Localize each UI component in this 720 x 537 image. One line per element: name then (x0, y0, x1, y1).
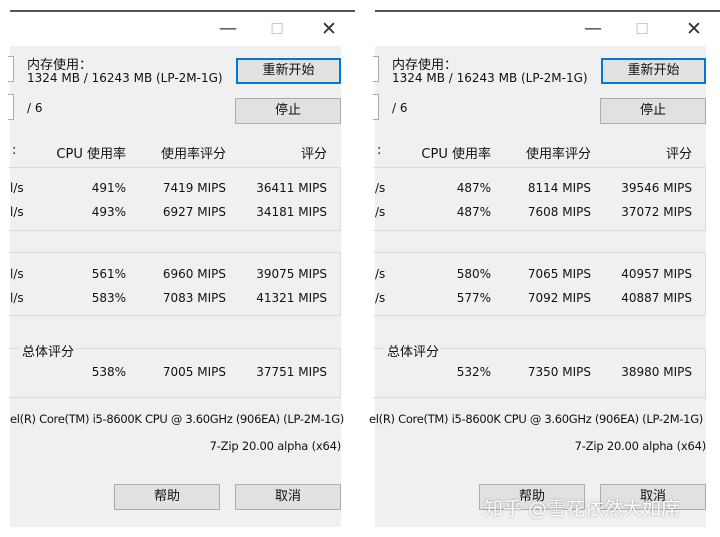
column-header-speed: : (12, 143, 17, 158)
rating-cell: 36411 MIPS (256, 181, 327, 195)
cpu-usage-cell: 577% (456, 291, 491, 305)
rating-cell: 40887 MIPS (621, 291, 692, 305)
total-usage-rating: 7350 MIPS (527, 365, 591, 379)
rating-cell: 37072 MIPS (621, 205, 692, 219)
usage-rating-cell: 7065 MIPS (527, 267, 591, 281)
cpu-usage-cell: 583% (91, 291, 126, 305)
usage-rating-cell: 6960 MIPS (162, 267, 226, 281)
usage-rating-cell: 7608 MIPS (527, 205, 591, 219)
usage-rating-cell: 7092 MIPS (527, 291, 591, 305)
column-header-rating: 评分 (665, 147, 692, 162)
rating-cell: 39075 MIPS (256, 267, 327, 281)
benchmark-dialog: — ☐ ✕ 内存使用： 1324 MB / 16243 MB (LP-2M-1G… (8, 12, 344, 527)
threads-select[interactable] (8, 94, 14, 120)
threads-value: / 6 (27, 101, 43, 115)
total-cpu-usage: 538% (91, 365, 126, 379)
column-header-rating: 评分 (300, 147, 327, 162)
usage-rating-cell: 7419 MIPS (162, 181, 226, 195)
speed-cell: /s (375, 291, 386, 305)
threads-select[interactable] (373, 94, 379, 120)
total-cpu-usage: 532% (456, 365, 491, 379)
cpu-usage-cell: 561% (91, 267, 126, 281)
speed-cell: l/s (10, 291, 24, 305)
usage-rating-cell: 6927 MIPS (162, 205, 226, 219)
title-bar: — ☐ ✕ (10, 12, 341, 46)
speed-cell: /s (375, 205, 386, 219)
cpu-info: el(R) Core(TM) i5-8600K CPU @ 3.60GHz (9… (369, 412, 703, 426)
minimize-icon[interactable]: — (578, 16, 608, 42)
speed-cell: /s (375, 267, 386, 281)
threads-value: / 6 (392, 101, 408, 115)
speed-cell: l/s (10, 267, 24, 281)
column-header-speed: : (377, 143, 382, 158)
maximize-icon[interactable]: ☐ (262, 16, 292, 42)
cpu-usage-cell: 487% (456, 181, 491, 195)
memory-usage-value: 1324 MB / 16243 MB (LP-2M-1G) (392, 71, 588, 85)
total-usage-rating: 7005 MIPS (162, 365, 226, 379)
decompressing-group (373, 252, 706, 316)
column-header-cpu-usage: CPU 使用率 (421, 147, 491, 162)
cpu-usage-cell: 493% (91, 205, 126, 219)
speed-cell: /s (375, 181, 386, 195)
cpu-usage-cell: 487% (456, 205, 491, 219)
stop-button[interactable]: 停止 (235, 98, 341, 124)
total-rating: 38980 MIPS (621, 365, 692, 379)
benchmark-window-left: — ☐ ✕ 内存使用： 1324 MB / 16243 MB (LP-2M-1G… (0, 0, 355, 537)
stop-button[interactable]: 停止 (600, 98, 706, 124)
maximize-icon[interactable]: ☐ (627, 16, 657, 42)
speed-cell: l/s (10, 181, 24, 195)
speed-cell: l/s (10, 205, 24, 219)
cpu-info: el(R) Core(TM) i5-8600K CPU @ 3.60GHz (9… (10, 412, 344, 426)
column-header-cpu-usage: CPU 使用率 (56, 147, 126, 162)
watermark-text: 知乎 @雪花依然大如席 (484, 498, 681, 520)
compressing-group (8, 167, 341, 231)
rating-cell: 41321 MIPS (256, 291, 327, 305)
compressing-group (373, 167, 706, 231)
close-icon[interactable]: ✕ (679, 16, 709, 42)
rating-cell: 40957 MIPS (621, 267, 692, 281)
version-info: 7-Zip 20.00 alpha (x64) (209, 439, 342, 453)
benchmark-window-right: — ☐ ✕ 内存使用： 1324 MB / 16243 MB (LP-2M-1G… (365, 0, 720, 537)
help-button[interactable]: 帮助 (114, 484, 220, 510)
usage-rating-cell: 8114 MIPS (527, 181, 591, 195)
restart-button[interactable]: 重新开始 (236, 58, 341, 84)
restart-button[interactable]: 重新开始 (601, 58, 706, 84)
dictionary-select[interactable] (8, 56, 14, 82)
column-header-usage-rating: 使用率评分 (525, 147, 591, 162)
total-rating-label: 总体评分 (385, 341, 442, 360)
decompressing-group (8, 252, 341, 316)
total-rating-label: 总体评分 (20, 341, 77, 360)
version-info: 7-Zip 20.00 alpha (x64) (574, 439, 707, 453)
minimize-icon[interactable]: — (213, 16, 243, 42)
total-rating: 37751 MIPS (256, 365, 327, 379)
memory-usage-value: 1324 MB / 16243 MB (LP-2M-1G) (27, 71, 223, 85)
cpu-usage-cell: 491% (91, 181, 126, 195)
rating-cell: 34181 MIPS (256, 205, 327, 219)
benchmark-dialog: — ☐ ✕ 内存使用： 1324 MB / 16243 MB (LP-2M-1G… (369, 12, 707, 527)
column-header-usage-rating: 使用率评分 (160, 147, 226, 162)
rating-cell: 39546 MIPS (621, 181, 692, 195)
title-bar: — ☐ ✕ (375, 12, 706, 46)
cancel-button[interactable]: 取消 (235, 484, 341, 510)
usage-rating-cell: 7083 MIPS (162, 291, 226, 305)
cpu-usage-cell: 580% (456, 267, 491, 281)
dictionary-select[interactable] (373, 56, 379, 82)
close-icon[interactable]: ✕ (314, 16, 344, 42)
